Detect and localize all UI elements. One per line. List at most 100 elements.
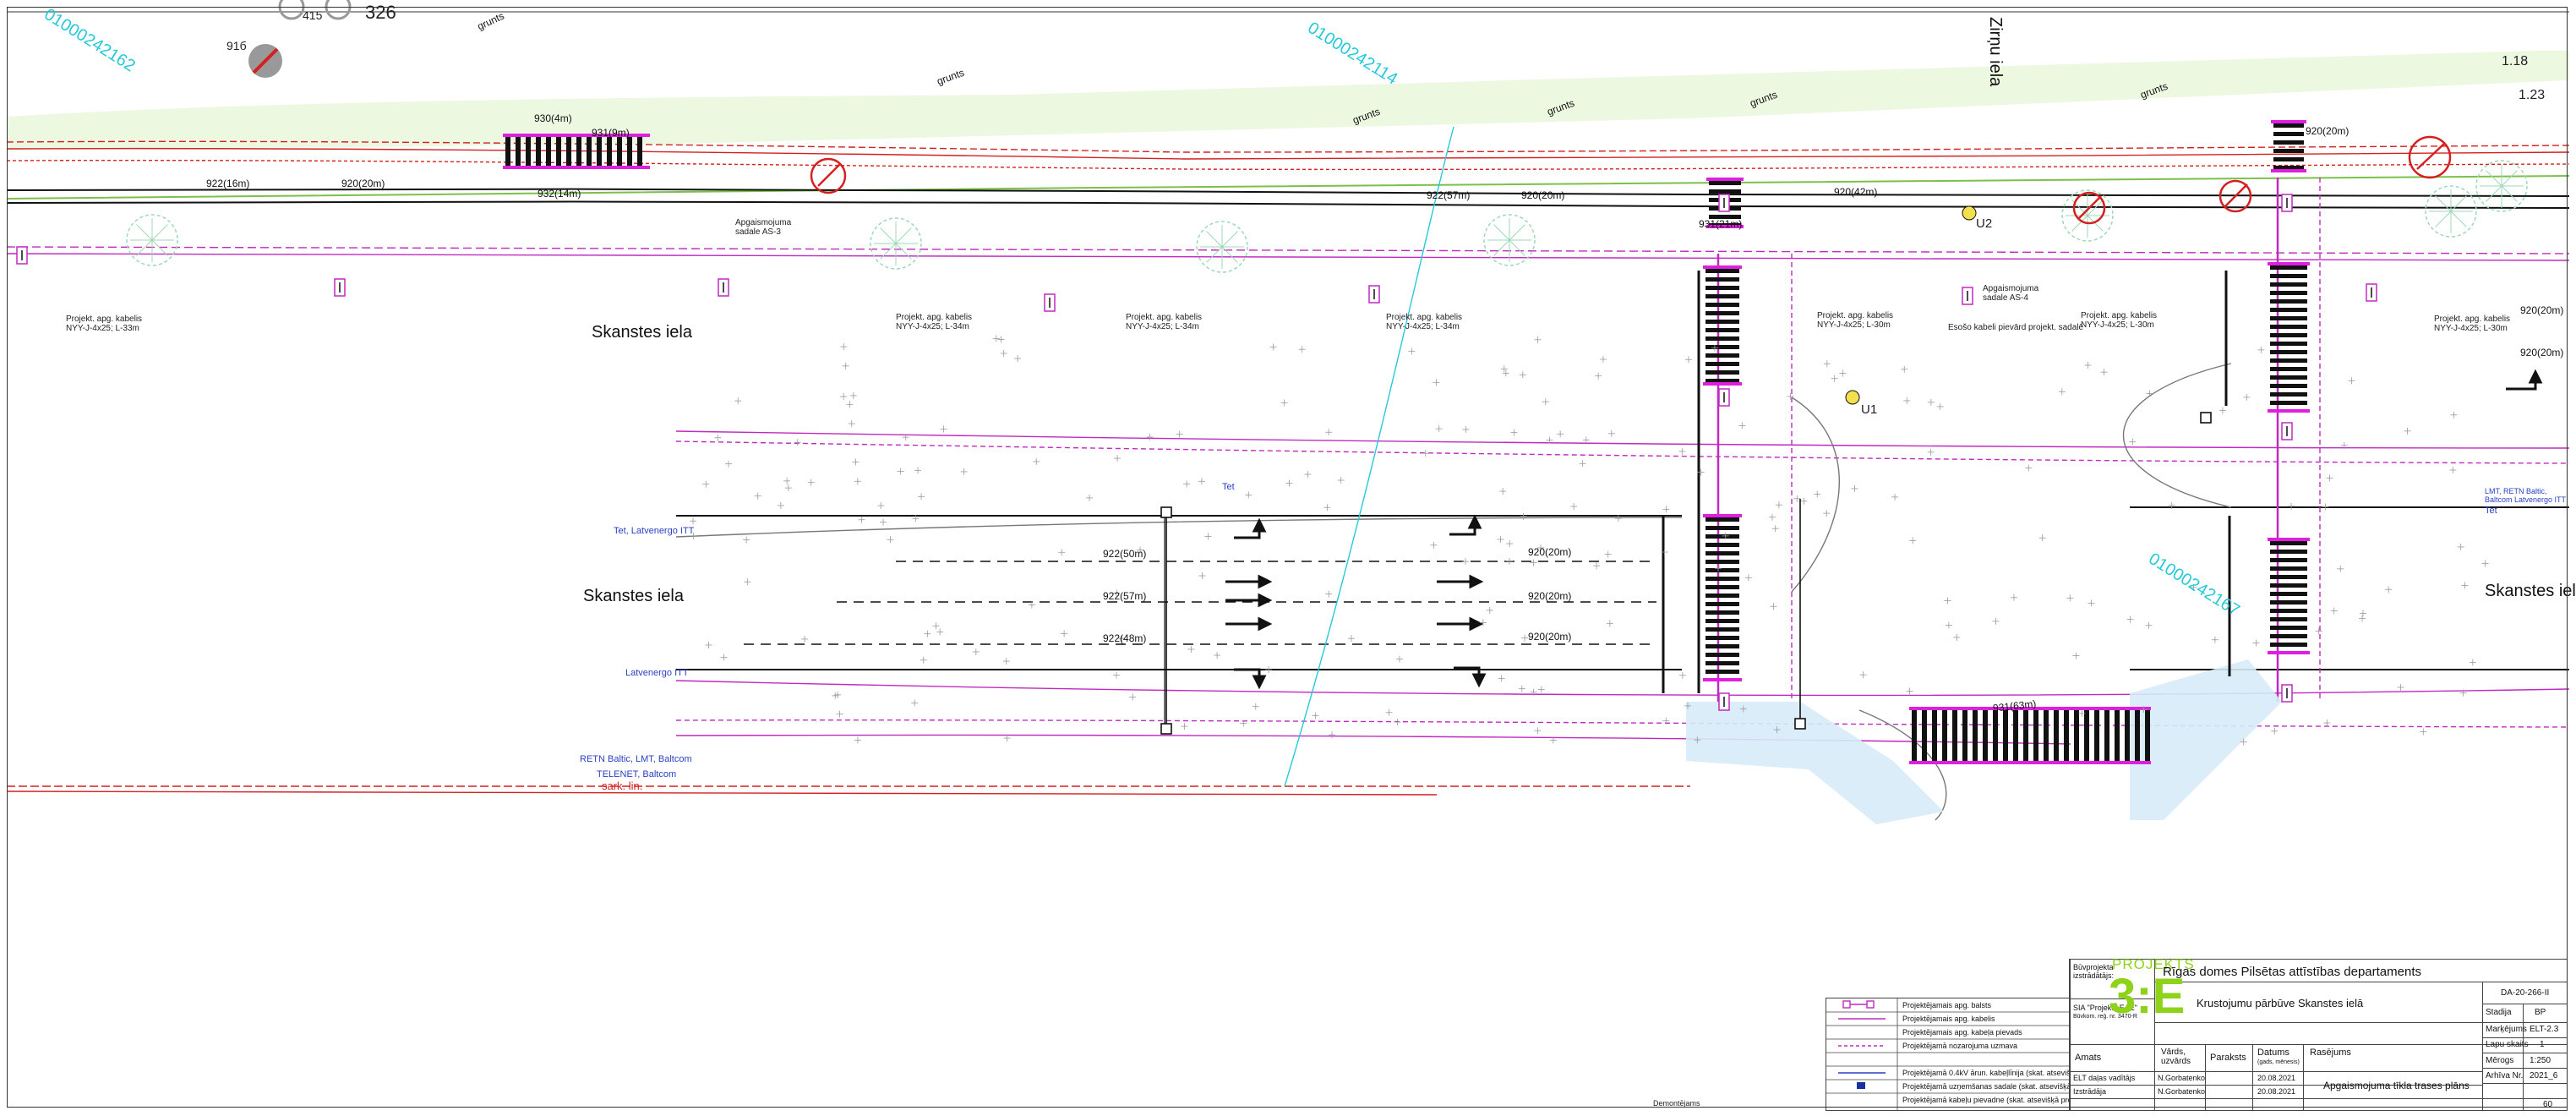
survey-point-166 — [852, 458, 860, 466]
logo-3e: 3:E — [2109, 969, 2186, 1024]
tb-stadija-value: BP — [2535, 1008, 2546, 1017]
tree-4 — [1483, 214, 1536, 266]
lighting-pole-9 — [1718, 388, 1730, 407]
survey-point-85 — [1534, 727, 1542, 735]
cable-label-920-20-r2: 920(20m) — [2520, 347, 2564, 358]
tb-col-paraksts: Paraksts — [2210, 1053, 2246, 1063]
trees — [126, 160, 2528, 273]
site-plan-canvas[interactable] — [0, 0, 2576, 1116]
note-proj-cable-1: Projekt. apg. kabelis NYY-J-4x25; L-33m — [66, 315, 143, 333]
legend-sadale-swatch — [1857, 1082, 1865, 1089]
survey-point-125 — [2038, 534, 2046, 542]
survey-point-21 — [1337, 477, 1345, 484]
tb-lapu-label: Lapu skaits — [2486, 1040, 2529, 1049]
survey-point-64 — [1114, 455, 1122, 462]
tree-2 — [870, 217, 922, 270]
survey-point-60 — [2243, 393, 2251, 401]
survey-point-180 — [914, 467, 922, 474]
lane-arrows — [1225, 369, 2543, 690]
street-label-skanstes-top: Skanstes iela — [592, 323, 692, 342]
survey-point-26 — [2088, 599, 2095, 607]
survey-point-46 — [702, 480, 710, 488]
survey-point-31 — [2449, 466, 2457, 473]
tree-7 — [2061, 189, 2114, 242]
survey-point-97 — [784, 484, 792, 492]
legend-row-2: Projektējamais apg. kabelis — [1902, 1015, 1995, 1023]
survey-point-220 — [858, 516, 865, 523]
cable-label-920-42: 920(42m) — [1834, 186, 1878, 198]
survey-point-213 — [1245, 491, 1253, 499]
survey-point-94 — [2072, 652, 2080, 659]
survey-point-77 — [1033, 457, 1040, 465]
mark-326: 326 — [365, 2, 396, 23]
survey-point-50 — [1771, 525, 1779, 533]
lighting-pole-3 — [718, 278, 729, 297]
survey-point-57 — [1000, 349, 1007, 357]
lighting-pole-5 — [1368, 285, 1380, 304]
survey-point-12 — [2420, 728, 2427, 736]
survey-point-195 — [1823, 510, 1831, 517]
note-sadale-as4: Apgaismojuma sadale AS-4 — [1983, 284, 2039, 303]
survey-point-71 — [1521, 634, 1529, 642]
survey-point-200 — [1061, 630, 1068, 637]
survey-point-3 — [1506, 540, 1514, 548]
utility-u1: U1 — [1861, 402, 1878, 417]
legend-row-7: Projektējamā kabeļu pievadne (skat. atse… — [1902, 1096, 2091, 1104]
survey-point-110 — [1323, 504, 1331, 512]
designed-lighting-cables — [6, 178, 2570, 745]
survey-point-203 — [1422, 450, 1429, 457]
tb-project: Krustojumu pārbūve Skanstes ielā — [2197, 997, 2364, 1009]
survey-point-11 — [1014, 355, 1022, 363]
note-sadale-as3: Apgaismojuma sadale AS-3 — [735, 218, 792, 237]
survey-point-147 — [1385, 708, 1393, 716]
survey-point-105 — [1028, 601, 1035, 609]
survey-point-124 — [1325, 429, 1333, 436]
kerb-lines — [6, 188, 2570, 670]
note-tet-mid: Tet — [1222, 482, 1235, 492]
survey-point-182 — [1604, 550, 1612, 558]
tb-col-datums: Datums — [2257, 1048, 2289, 1058]
survey-point-122 — [2257, 346, 2265, 353]
survey-point-24 — [1557, 430, 1564, 438]
survey-point-36 — [2058, 388, 2066, 396]
survey-point-150 — [1502, 369, 1509, 377]
survey-point-45 — [1181, 723, 1188, 730]
lighting-pole-13 — [2281, 684, 2293, 703]
survey-point-219 — [1325, 590, 1333, 598]
survey-point-146 — [849, 391, 857, 399]
survey-point-191 — [2330, 607, 2338, 615]
survey-point-90 — [1859, 671, 1867, 679]
survey-point-53 — [734, 397, 742, 405]
lighting-pole-7 — [2366, 283, 2377, 302]
survey-point-87 — [1606, 620, 1613, 627]
survey-point-74 — [1183, 480, 1191, 488]
cadastral-boundary — [1284, 126, 1454, 787]
survey-point-160 — [1738, 422, 1746, 429]
note-proj-cable-7: Projekt. apg. kabelis NYY-J-4x25; L-30m — [2434, 315, 2511, 333]
cable-label-920-20b: 920(20m) — [1521, 189, 1565, 201]
lane-dividers — [744, 561, 1656, 645]
survey-point-16 — [1927, 448, 1935, 456]
survey-point-179 — [714, 434, 722, 441]
note-existing-cable: Esošo kabeli pievārd projekt. sadalē — [1948, 323, 2084, 332]
elevation-1-23: 1.23 — [2519, 88, 2546, 102]
cable-label-922-48: 922(48m) — [1103, 632, 1147, 644]
crossing-7 — [2271, 120, 2306, 172]
survey-point-84 — [2359, 610, 2366, 617]
survey-point-185 — [840, 393, 848, 401]
survey-point-151 — [2326, 474, 2333, 482]
survey-point-198 — [1462, 425, 1470, 433]
survey-point-61 — [1599, 355, 1607, 363]
note-latvenergo: Latvenergo ITT — [625, 668, 689, 678]
survey-point-121 — [924, 630, 931, 637]
survey-point-69 — [1570, 503, 1578, 511]
survey-point-79 — [1499, 488, 1507, 495]
lighting-pole-1 — [16, 246, 28, 265]
survey-point-186 — [960, 468, 968, 475]
note-proj-cable-3: Projekt. apg. kabelis NYY-J-4x25; L-34m — [1126, 313, 1203, 331]
survey-point-33 — [1498, 675, 1505, 682]
survey-point-111 — [2337, 565, 2344, 572]
survey-point-7 — [1901, 365, 1908, 373]
survey-point-59 — [1678, 671, 1686, 679]
cable-label-920-20a: 920(20m) — [341, 178, 385, 189]
